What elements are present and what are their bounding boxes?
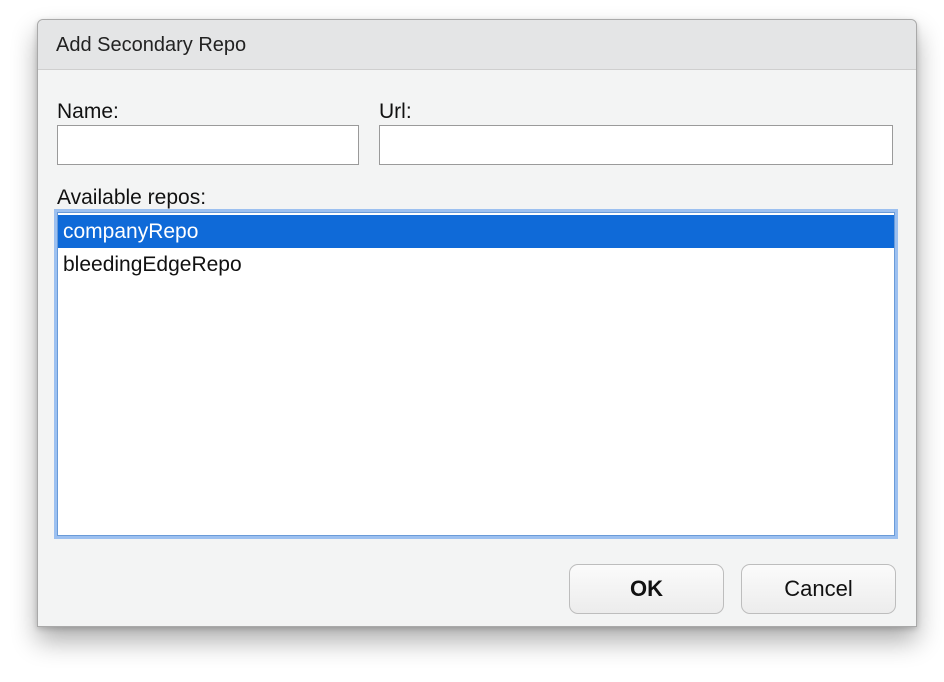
repo-item-bleedingedgerepo[interactable]: bleedingEdgeRepo xyxy=(58,248,894,281)
repo-item-companyrepo[interactable]: companyRepo xyxy=(58,215,894,248)
cancel-button[interactable]: Cancel xyxy=(741,564,896,614)
url-input[interactable] xyxy=(379,125,893,165)
add-secondary-repo-dialog: Add Secondary Repo Name: Url: Available … xyxy=(37,19,917,627)
available-repos-label: Available repos: xyxy=(57,186,207,209)
available-repos-list[interactable]: companyRepo bleedingEdgeRepo xyxy=(57,212,895,536)
url-label: Url: xyxy=(379,100,412,123)
name-label: Name: xyxy=(57,100,119,123)
ok-button[interactable]: OK xyxy=(569,564,724,614)
name-input[interactable] xyxy=(57,125,359,165)
dialog-title: Add Secondary Repo xyxy=(56,34,247,56)
dialog-titlebar: Add Secondary Repo xyxy=(38,20,916,70)
